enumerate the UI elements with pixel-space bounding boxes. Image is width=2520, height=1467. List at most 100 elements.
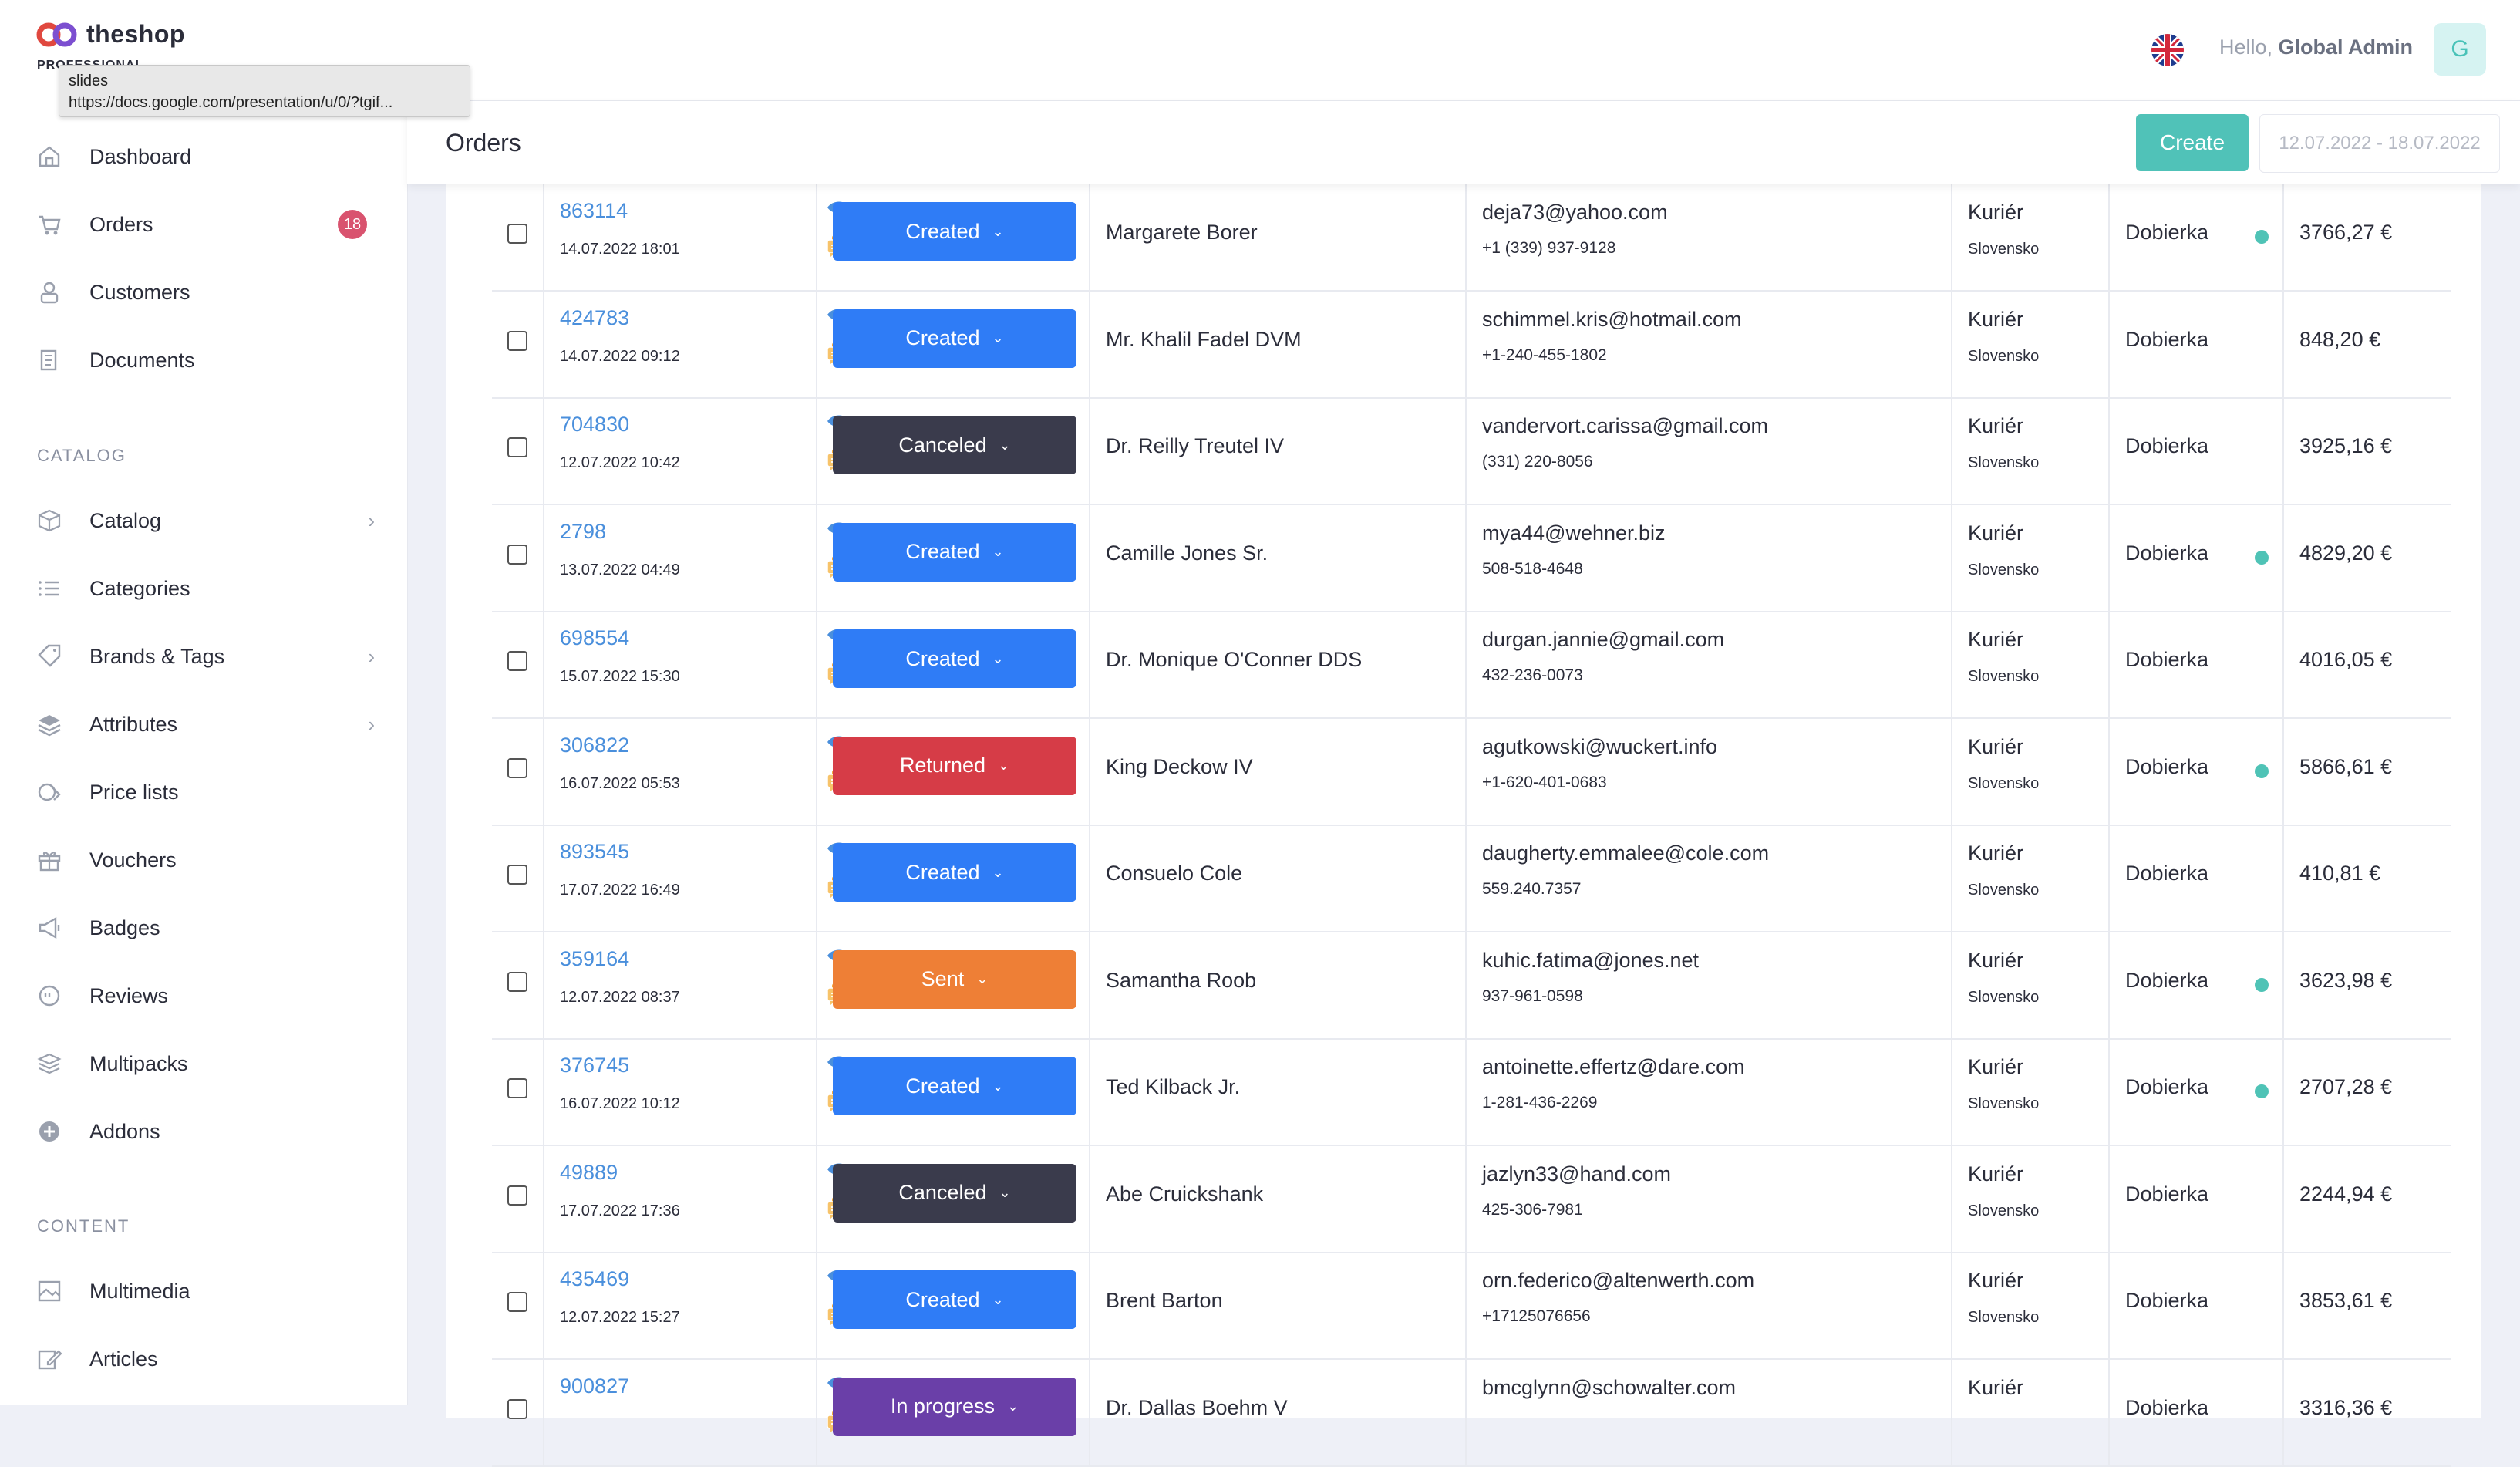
status-dropdown[interactable]: In progress ⌄ (833, 1377, 1076, 1436)
status-dropdown[interactable]: Created ⌄ (833, 1270, 1076, 1329)
shipping-cell: Kuriér Slovensko (1951, 397, 2108, 504)
row-checkbox[interactable] (507, 1292, 527, 1312)
customer-email: jazlyn33@hand.com (1482, 1162, 1672, 1185)
customer-cell: Dr. Reilly Treutel IV (1089, 397, 1465, 504)
table-row[interactable]: 698554 15.07.2022 15:30 Created ⌄ Dr. Moniqu… (492, 611, 2451, 719)
order-id-link[interactable]: 359164 (560, 947, 629, 971)
uk-flag-icon[interactable] (2151, 34, 2184, 66)
chevron-down-icon: ⌄ (992, 864, 1004, 880)
table-row[interactable]: 424783 14.07.2022 09:12 Created ⌄ Mr. Khalil… (492, 290, 2451, 399)
payment-method: Dobierka (2125, 1182, 2209, 1206)
order-id-link[interactable]: 704830 (560, 413, 629, 437)
table-row[interactable]: 900827 In progress ⌄ Dr. Dallas Boehm V bmcg… (492, 1358, 2451, 1467)
row-checkbox[interactable] (507, 1185, 527, 1206)
status-dropdown[interactable]: Created ⌄ (833, 522, 1076, 582)
megaphone-icon (35, 914, 63, 942)
row-checkbox[interactable] (507, 224, 527, 244)
status-label: In progress (890, 1394, 995, 1418)
sidebar-item-addons[interactable]: Addons (35, 1108, 375, 1155)
row-checkbox[interactable] (507, 1398, 527, 1419)
sidebar-item-multimedia[interactable]: Multimedia (35, 1268, 375, 1314)
order-cell: 2798 13.07.2022 04:49 (543, 504, 851, 611)
date-range-input[interactable]: 12.07.2022 - 18.07.2022 (2259, 114, 2500, 173)
order-id-link[interactable]: 2798 (560, 520, 606, 544)
table-row[interactable]: 435469 12.07.2022 15:27 Created ⌄ Brent Bart… (492, 1252, 2451, 1360)
row-checkbox[interactable] (507, 865, 527, 885)
sidebar-item-vouchers[interactable]: Vouchers (35, 837, 375, 883)
row-checkbox[interactable] (507, 330, 527, 351)
section-label-catalog: CATALOG (37, 446, 126, 465)
chevron-down-icon: ⌄ (999, 1185, 1011, 1200)
status-dropdown[interactable]: Created ⌄ (833, 1057, 1076, 1115)
payment-method: Dobierka (2125, 754, 2209, 778)
create-button[interactable]: Create (2136, 114, 2249, 171)
table-row[interactable]: 376745 16.07.2022 10:12 Created ⌄ Ted Kilbac… (492, 1038, 2451, 1146)
order-id-link[interactable]: 435469 (560, 1267, 629, 1291)
status-cell: Returned ⌄ (816, 717, 1089, 825)
status-dropdown[interactable]: Canceled ⌄ (833, 416, 1076, 474)
status-dropdown[interactable]: Created ⌄ (833, 843, 1076, 902)
sidebar-item-multipacks[interactable]: Multipacks (35, 1040, 375, 1087)
sidebar-item-reviews[interactable]: Reviews (35, 973, 375, 1019)
row-checkbox[interactable] (507, 544, 527, 565)
sidebar-item-attributes[interactable]: Attributes › (35, 701, 375, 747)
status-cell: Created ⌄ (816, 184, 1089, 290)
sidebar-item-catalog[interactable]: Catalog › (35, 497, 375, 544)
sidebar-item-orders[interactable]: Orders 18 (35, 201, 375, 248)
status-dropdown[interactable]: Returned ⌄ (833, 736, 1076, 795)
chevron-down-icon: ⌄ (992, 1291, 1004, 1307)
table-row[interactable]: 49889 17.07.2022 17:36 Canceled ⌄ Abe Cruick… (492, 1145, 2451, 1253)
sidebar-item-dashboard[interactable]: Dashboard (35, 133, 375, 180)
row-checkbox[interactable] (507, 757, 527, 778)
row-checkbox[interactable] (507, 437, 527, 457)
order-date: 16.07.2022 05:53 (560, 774, 680, 792)
sidebar-item-price-lists[interactable]: Price lists (35, 769, 375, 815)
order-id-link[interactable]: 306822 (560, 734, 629, 757)
shipping-country: Slovensko (1968, 1095, 2040, 1112)
row-checkbox[interactable] (507, 971, 527, 992)
table-row[interactable]: 893545 17.07.2022 16:49 Created ⌄ Consuelo C… (492, 825, 2451, 932)
sidebar-item-categories[interactable]: Categories (35, 565, 375, 612)
customer-phone: 937-961-0598 (1482, 986, 1583, 1005)
order-id-link[interactable]: 424783 (560, 306, 629, 330)
row-checkbox[interactable] (507, 651, 527, 671)
status-dropdown[interactable]: Created ⌄ (833, 309, 1076, 368)
sidebar-item-documents[interactable]: Documents (35, 337, 375, 383)
table-row[interactable]: 359164 12.07.2022 08:37 Sent ⌄ Samantha Roob… (492, 931, 2451, 1040)
sidebar-item-label: Multipacks (89, 1051, 188, 1075)
payment-method: Dobierka (2125, 648, 2209, 671)
logo[interactable]: theshop (35, 20, 185, 49)
order-id-link[interactable]: 49889 (560, 1161, 618, 1185)
chevron-down-icon: ⌄ (992, 223, 1004, 239)
sidebar-item-label: Attributes (89, 712, 178, 736)
status-dropdown[interactable]: Canceled ⌄ (833, 1163, 1076, 1222)
row-checkbox[interactable] (507, 1078, 527, 1098)
status-dropdown[interactable]: Created ⌄ (833, 202, 1076, 261)
order-total: 2244,94 € (2299, 1182, 2393, 1206)
order-id-link[interactable]: 893545 (560, 840, 629, 864)
order-total: 4016,05 € (2299, 648, 2393, 671)
order-id-link[interactable]: 376745 (560, 1054, 629, 1077)
sidebar-item-label: Vouchers (89, 848, 177, 872)
table-row[interactable]: 306822 16.07.2022 05:53 Returned ⌄ King Deck… (492, 717, 2451, 826)
table-row[interactable]: 2798 13.07.2022 04:49 Created ⌄ Camille Jone… (492, 504, 2451, 612)
status-dropdown[interactable]: Created ⌄ (833, 629, 1076, 688)
table-row[interactable]: 704830 12.07.2022 10:42 Canceled ⌄ Dr. Reill… (492, 397, 2451, 505)
contact-cell: deja73@yahoo.com +1 (339) 937-9128 (1465, 184, 1951, 290)
shipping-cell: Kuriér Slovensko (1951, 184, 2108, 290)
shipping-cell: Kuriér (1951, 1358, 2108, 1465)
customer-name: Camille Jones Sr. (1106, 541, 1268, 565)
sidebar-item-label: Catalog (89, 508, 162, 532)
sidebar-item-articles[interactable]: Articles (35, 1336, 375, 1382)
order-id-link[interactable]: 698554 (560, 626, 629, 650)
sidebar-item-badges[interactable]: Badges (35, 905, 375, 951)
order-id-link[interactable]: 863114 (560, 199, 628, 223)
order-id-link[interactable]: 900827 (560, 1374, 629, 1398)
sidebar-item-brands-tags[interactable]: Brands & Tags › (35, 633, 375, 680)
customer-phone: 1-281-436-2269 (1482, 1094, 1598, 1111)
table-row[interactable]: 863114 14.07.2022 18:01 Created ⌄ Margarete … (492, 184, 2451, 292)
status-cell: Created ⌄ (816, 504, 1089, 611)
avatar[interactable]: G (2434, 23, 2486, 76)
status-dropdown[interactable]: Sent ⌄ (833, 949, 1076, 1009)
sidebar-item-customers[interactable]: Customers (35, 269, 375, 315)
